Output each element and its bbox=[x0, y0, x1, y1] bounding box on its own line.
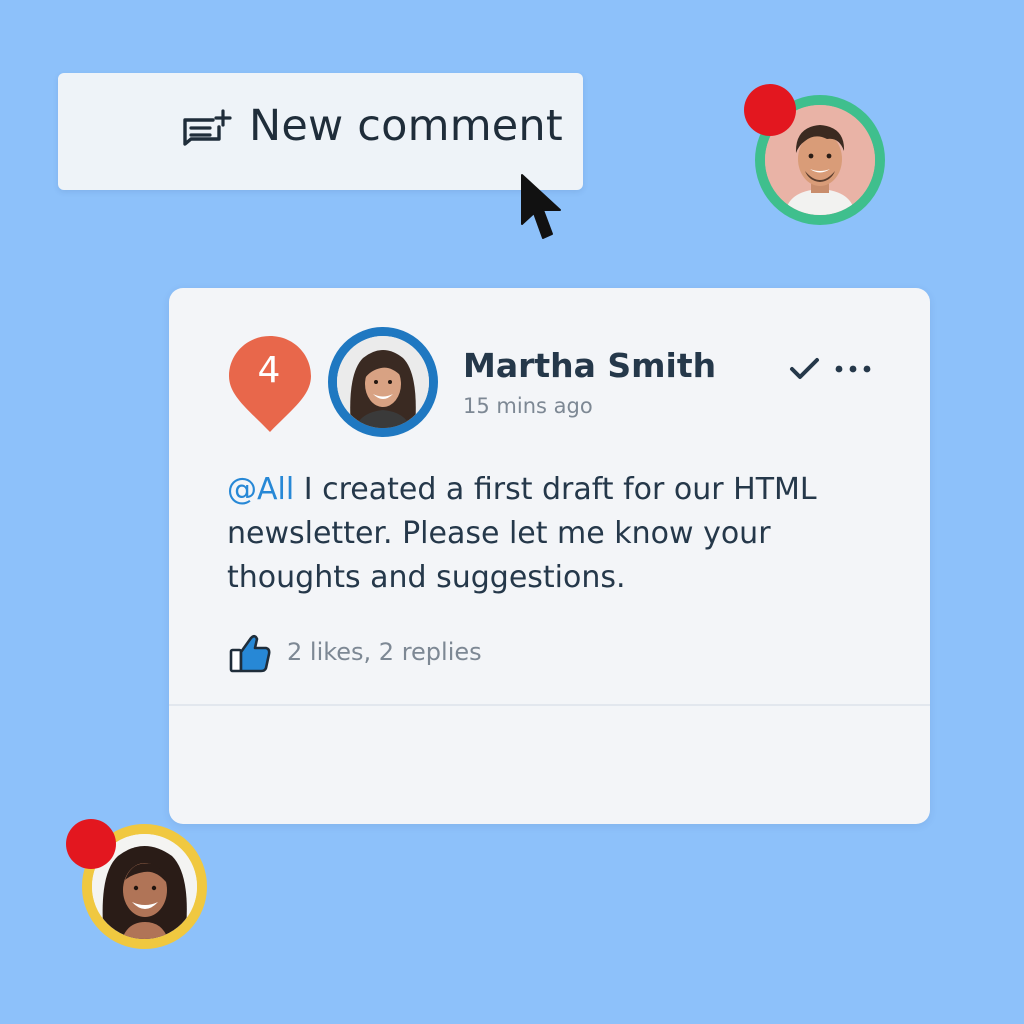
mention-all[interactable]: @All bbox=[227, 472, 294, 507]
divider bbox=[169, 704, 930, 706]
author-name[interactable]: Martha Smith bbox=[463, 346, 716, 385]
author-portrait bbox=[337, 336, 429, 428]
unread-count: 4 bbox=[257, 350, 281, 391]
checkmark-icon[interactable] bbox=[787, 352, 823, 386]
comment-text: @All I created a first draft for our HTM… bbox=[227, 468, 887, 600]
new-comment-label: New comment bbox=[249, 101, 563, 151]
more-horizontal-icon[interactable] bbox=[833, 354, 873, 384]
notification-dot bbox=[66, 819, 116, 869]
unread-count-marker[interactable]: 4 bbox=[227, 334, 313, 434]
likes-replies-count[interactable]: 2 likes, 2 replies bbox=[287, 638, 482, 666]
thumbs-up-icon[interactable] bbox=[229, 634, 271, 674]
author-avatar[interactable] bbox=[328, 327, 438, 437]
mouse-pointer-icon bbox=[521, 174, 561, 239]
comment-message: I created a first draft for our HTML new… bbox=[227, 472, 817, 595]
notification-dot bbox=[744, 84, 796, 136]
comment-timestamp: 15 mins ago bbox=[463, 394, 593, 418]
new-comment-button[interactable]: New comment bbox=[58, 73, 583, 190]
comment-card: 4 Martha Smith 15 mins ago @All I create… bbox=[169, 288, 930, 824]
comment-add-icon bbox=[183, 109, 232, 146]
